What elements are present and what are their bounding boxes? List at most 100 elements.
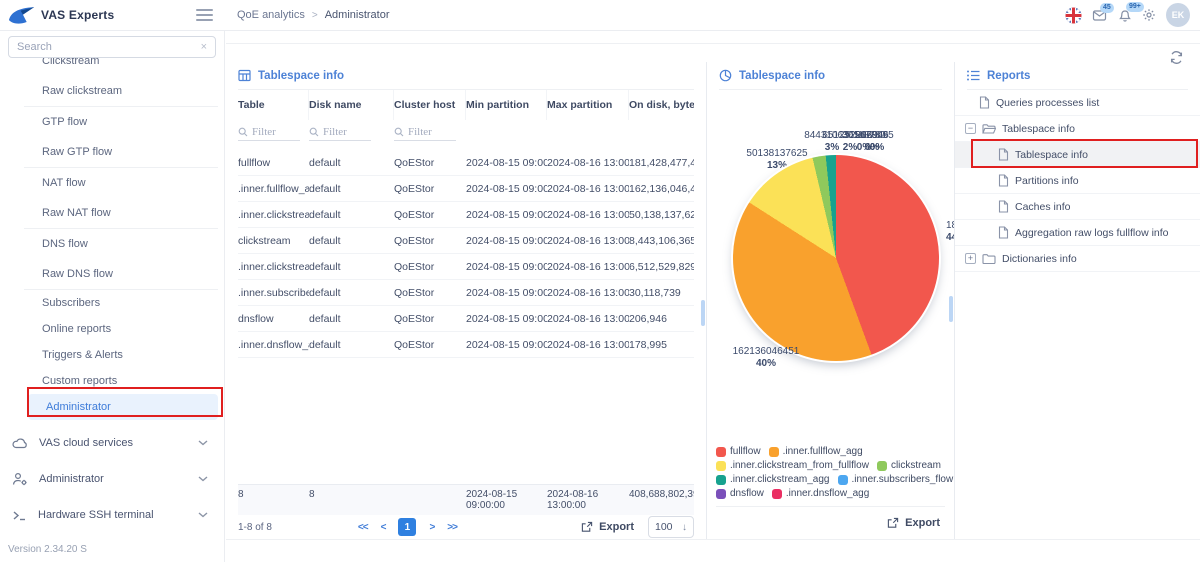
legend-swatch — [716, 447, 726, 457]
column-header-max-partition[interactable]: Max partition — [547, 90, 629, 120]
cell-min: 2024-08-15 09:00:00 — [466, 287, 547, 299]
sidebar-item-online-reports[interactable]: Online reports — [24, 316, 218, 342]
notifications-bell-icon[interactable]: 99+ — [1118, 8, 1132, 22]
tree-item-caches-info[interactable]: Caches info — [955, 194, 1200, 220]
tree-item-partitions-info[interactable]: Partitions info — [955, 168, 1200, 194]
sidebar-item-custom-reports[interactable]: Custom reports — [24, 368, 218, 394]
version-label: Version 2.34.20 S — [8, 544, 87, 555]
cell-disk: default — [309, 235, 394, 247]
legend-item-inner-clickstream-agg[interactable]: .inner.clickstream_agg — [716, 474, 830, 485]
sidebar-item-nat-flow[interactable]: NAT flow — [24, 168, 218, 198]
legend-item-dnsflow[interactable]: dnsflow — [716, 488, 764, 499]
column-header-cluster-host[interactable]: Cluster host — [394, 90, 466, 120]
page-size-select[interactable]: 100 ↓ — [648, 516, 694, 538]
pie-chart[interactable] — [733, 155, 939, 361]
breadcrumb-administrator: Administrator — [325, 9, 390, 21]
collapse-icon[interactable]: − — [965, 123, 976, 134]
sidebar-item-administrator[interactable]: Administrator — [28, 394, 218, 420]
dropdown-arrow-icon: ↓ — [682, 522, 687, 533]
filter-cluster-host-input[interactable] — [408, 126, 452, 138]
sidebar-search[interactable]: × — [8, 36, 216, 58]
sidebar-section-label: Hardware SSH terminal — [38, 509, 154, 521]
panels: Tablespace info Table Disk name Cluster … — [226, 62, 1200, 540]
scrollbar-thumb[interactable] — [949, 296, 953, 322]
legend-swatch — [716, 461, 726, 471]
column-header-label: On disk, bytes — [629, 99, 694, 111]
legend-item-inner-subscribers-flow[interactable]: .inner.subscribers_flow — [838, 474, 954, 485]
sidebar-section-vas-cloud-services[interactable]: VAS cloud services — [0, 425, 224, 461]
cell-host: QoEStor — [394, 261, 466, 273]
sidebar-section-label: VAS cloud services — [39, 437, 133, 449]
legend-item-inner-dnsflow-agg[interactable]: .inner.dnsflow_agg — [772, 488, 869, 499]
column-header-on-disk-bytes[interactable]: On disk, bytes ↓ — [629, 90, 694, 120]
sidebar-item-raw-clickstream[interactable]: Raw clickstream — [24, 76, 218, 106]
file-icon — [998, 174, 1009, 187]
sidebar-item-raw-dns-flow[interactable]: Raw DNS flow — [24, 259, 218, 289]
logo-area: VAS Experts — [0, 0, 225, 30]
filter-disk-name[interactable] — [309, 123, 371, 141]
tree-item-dictionaries-info[interactable]: + Dictionaries info — [955, 246, 1200, 272]
next-page-button[interactable]: > — [429, 522, 434, 533]
cell-min: 2024-08-15 09:00:00 — [466, 209, 547, 221]
sidebar-item-dns-flow[interactable]: DNS flow — [24, 229, 218, 259]
first-page-button[interactable]: << — [358, 522, 368, 533]
summary-count: 8 — [238, 489, 309, 500]
cell-min: 2024-08-15 09:00:00 — [466, 313, 547, 325]
breadcrumb-qoe-analytics[interactable]: QoE analytics — [237, 9, 305, 21]
pie-label-fullflow: 18142847744544% — [946, 220, 955, 244]
legend-item-inner-clickstream-from-fullflow[interactable]: .inner.clickstream_from_fullflow — [716, 460, 869, 471]
user-avatar[interactable]: EK — [1166, 3, 1190, 27]
language-flag-icon[interactable] — [1065, 7, 1082, 24]
sidebar-item-raw-gtp-flow[interactable]: Raw GTP flow — [24, 137, 218, 167]
expand-icon[interactable]: + — [965, 253, 976, 264]
sidebar-item-triggers-alerts[interactable]: Triggers & Alerts — [24, 342, 218, 368]
legend-item-fullflow[interactable]: fullflow — [716, 446, 761, 457]
legend-swatch — [772, 489, 782, 499]
cell-disk: default — [309, 261, 394, 273]
page-1-button[interactable]: 1 — [398, 518, 416, 536]
tree-item-queries-processes-list[interactable]: Queries processes list — [955, 90, 1200, 116]
prev-page-button[interactable]: < — [381, 522, 386, 533]
tree-item-tablespace-info-folder[interactable]: − Tablespace info — [955, 116, 1200, 142]
tree-item-tablespace-info[interactable]: Tablespace info — [955, 142, 1200, 168]
file-icon — [998, 200, 1009, 213]
search-clear-icon[interactable]: × — [201, 41, 207, 53]
column-header-table[interactable]: Table — [238, 90, 309, 120]
cell-max: 2024-08-16 13:00:00 — [547, 209, 629, 221]
filter-cluster-host[interactable] — [394, 123, 456, 141]
cell-host: QoEStor — [394, 287, 466, 299]
chevron-down-icon[interactable] — [198, 440, 208, 446]
table-export-button[interactable]: Export — [581, 521, 634, 533]
last-page-button[interactable]: >> — [447, 522, 457, 533]
sidebar-item-clickstream[interactable]: Clickstream — [24, 58, 218, 76]
pie-panel-header: Tablespace info — [719, 62, 942, 90]
cell-max: 2024-08-16 13:00:00 — [547, 339, 629, 351]
column-header-min-partition[interactable]: Min partition — [466, 90, 547, 120]
filter-table[interactable] — [238, 123, 300, 141]
sidebar-sections: VAS cloud services Administrator — [0, 425, 224, 533]
sidebar-section-administrator[interactable]: Administrator — [0, 461, 224, 497]
sidebar-item-gtp-flow[interactable]: GTP flow — [24, 107, 218, 137]
settings-gear-icon[interactable] — [1142, 8, 1156, 22]
column-header-disk-name[interactable]: Disk name — [309, 90, 394, 120]
pie-export-button[interactable]: Export — [887, 517, 940, 529]
hamburger-menu-icon[interactable] — [196, 9, 213, 21]
chevron-down-icon[interactable] — [198, 476, 208, 482]
search-input[interactable] — [17, 41, 195, 53]
sidebar-item-subscribers[interactable]: Subscribers — [24, 290, 218, 316]
cell-bytes: 178,995 — [629, 339, 694, 351]
summary-bytes: 408,688,802,395 — [629, 489, 694, 500]
search-icon — [394, 127, 404, 137]
legend-item-inner-fullflow-agg[interactable]: .inner.fullflow_agg — [769, 446, 863, 457]
tree-item-aggregation-raw-logs-fullflow-info[interactable]: Aggregation raw logs fullflow info — [955, 220, 1200, 246]
chevron-down-icon[interactable] — [198, 512, 208, 518]
table-footer: 1-8 of 8 << < 1 > >> Export — [238, 515, 694, 539]
filter-disk-name-input[interactable] — [323, 126, 367, 138]
sidebar-item-raw-nat-flow[interactable]: Raw NAT flow — [24, 198, 218, 228]
sidebar-section-hardware-ssh-terminal[interactable]: Hardware SSH terminal — [0, 497, 224, 533]
scrollbar-thumb[interactable] — [701, 300, 705, 326]
messages-icon[interactable]: 45 — [1092, 9, 1108, 22]
legend-item-clickstream[interactable]: clickstream — [877, 460, 941, 471]
filter-table-input[interactable] — [252, 126, 296, 138]
export-label: Export — [905, 517, 940, 529]
